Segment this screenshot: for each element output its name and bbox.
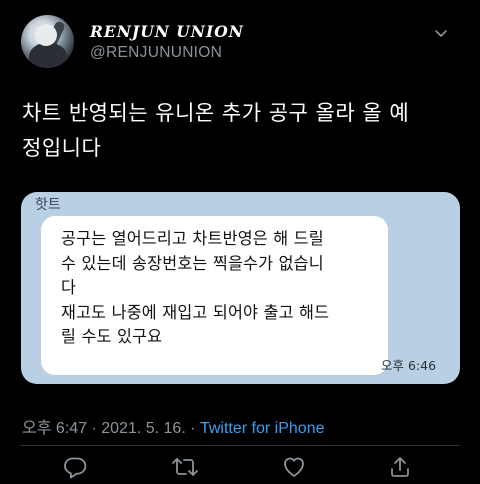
retweet-icon[interactable] (171, 454, 199, 480)
meta-separator: · (87, 420, 102, 437)
like-icon[interactable] (280, 454, 308, 480)
attached-image[interactable]: 핫트 공구는 열어드리고 차트반영은 해 드릴 수 있는데 송장번호는 찍을수가… (21, 192, 460, 384)
tweet-source[interactable]: Twitter for iPhone (200, 420, 325, 437)
tweet-text: 차트 반영되는 유니온 추가 공구 올라 올 예 정입니다 (22, 96, 462, 166)
chat-message-line: 수 있는데 송장번호는 찍을수가 없습니 (61, 253, 324, 273)
chat-message-line: 재고도 나중에 재입고 되어야 출고 해드 (61, 302, 330, 322)
share-icon[interactable] (386, 454, 414, 480)
author-handle[interactable]: @RENJUNUNION (90, 44, 222, 62)
chat-message-time: 오후 6:46 (381, 358, 437, 373)
divider (20, 445, 460, 446)
meta-separator: · (185, 420, 200, 437)
chat-message-line: 공구는 열어드리고 차트반영은 해 드릴 (61, 229, 324, 248)
author-name[interactable]: RENJUN UNION (90, 22, 244, 41)
tweet-time[interactable]: 오후 6:47 (22, 420, 87, 437)
tweet-text-line: 차트 반영되는 유니온 추가 공구 올라 올 예 (22, 101, 410, 125)
chat-message-line: 다 (61, 278, 77, 297)
chat-message: 공구는 열어드리고 차트반영은 해 드릴 수 있는데 송장번호는 찍을수가 없습… (61, 227, 381, 350)
tweet-date[interactable]: 2021. 5. 16. (101, 420, 186, 437)
chat-message-line: 릴 수도 있구요 (61, 327, 163, 346)
avatar[interactable] (21, 15, 74, 68)
chat-bubble: 공구는 열어드리고 차트반영은 해 드릴 수 있는데 송장번호는 찍을수가 없습… (41, 216, 388, 375)
tweet-text-line: 정입니다 (22, 136, 102, 160)
chat-sender-name: 핫트 (35, 197, 61, 213)
more-icon[interactable] (432, 24, 450, 44)
action-bar (0, 452, 480, 482)
tweet-meta: 오후 6:47 · 2021. 5. 16. · Twitter for iPh… (22, 414, 324, 438)
reply-icon[interactable] (61, 454, 89, 480)
